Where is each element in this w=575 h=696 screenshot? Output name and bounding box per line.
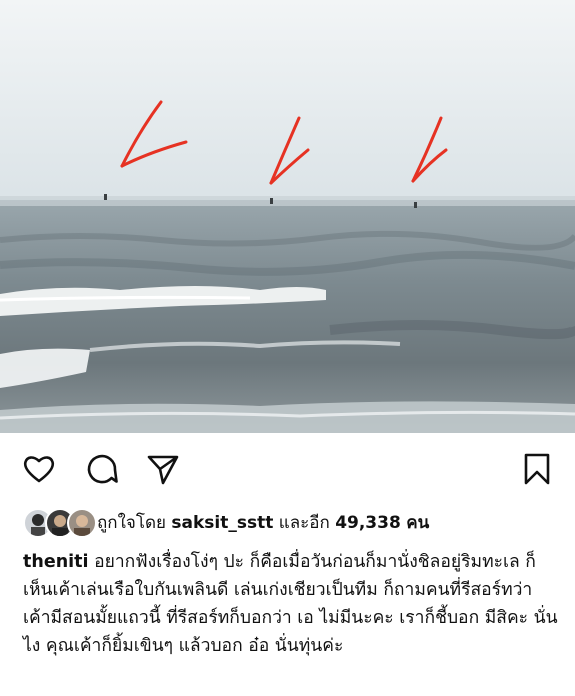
comment-bubble-icon[interactable] bbox=[85, 452, 119, 486]
liked-by-middle: และอีก bbox=[278, 512, 330, 533]
liker-avatars bbox=[23, 508, 97, 538]
liked-by-suffix: คน bbox=[406, 512, 430, 533]
caption-username[interactable]: theniti bbox=[23, 552, 89, 572]
liked-by-user[interactable]: saksit_sstt bbox=[171, 513, 273, 533]
caption-text: อยากฟังเรื่องโง่ๆ ปะ ก็คือเมื่อวันก่อนก็… bbox=[23, 552, 558, 656]
avatar bbox=[67, 508, 97, 538]
liked-by-prefix: ถูกใจโดย bbox=[97, 512, 166, 533]
liked-by-text: ถูกใจโดย saksit_sstt และอีก 49,338 คน bbox=[97, 509, 429, 536]
post-caption: theniti อยากฟังเรื่องโง่ๆ ปะ ก็คือเมื่อว… bbox=[23, 548, 558, 660]
like-count[interactable]: 49,338 bbox=[335, 513, 401, 533]
heart-icon[interactable] bbox=[22, 452, 56, 486]
liked-by-row[interactable]: ถูกใจโดย saksit_sstt และอีก 49,338 คน bbox=[23, 507, 563, 538]
paper-plane-icon[interactable] bbox=[146, 452, 180, 486]
post-photo[interactable] bbox=[0, 0, 575, 433]
bookmark-icon[interactable] bbox=[520, 452, 554, 486]
sea-photo bbox=[0, 0, 575, 433]
